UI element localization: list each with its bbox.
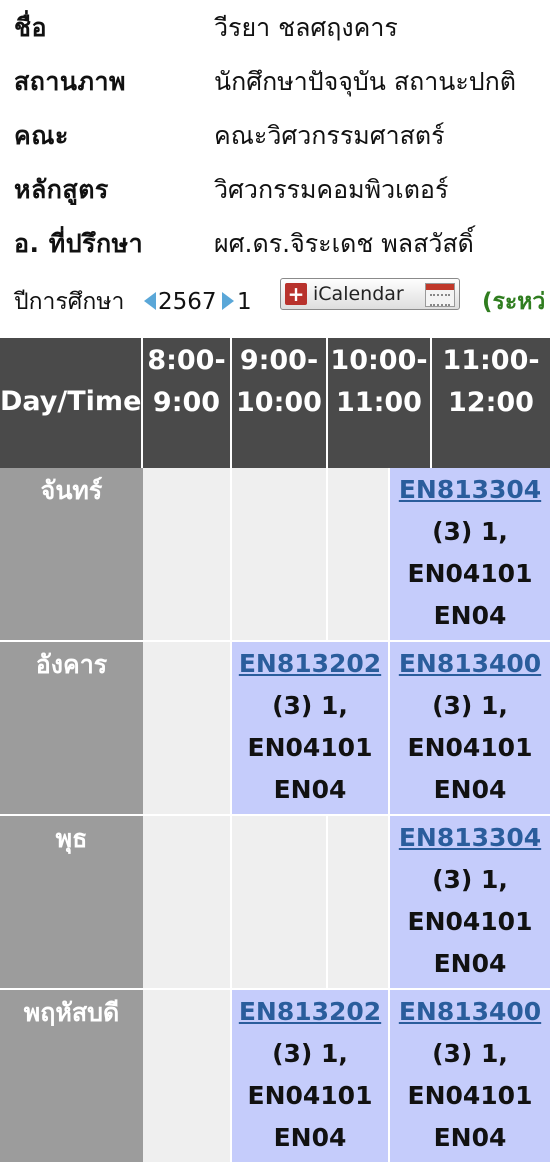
header-day-time: Day/Time [0, 338, 143, 468]
semester-value: 1 [237, 289, 252, 315]
faculty-value: คณะวิศวกรรมศาสตร์ [214, 121, 445, 150]
status-note: (ระหว่ [482, 289, 546, 315]
course-room: EN04101 [247, 733, 373, 762]
slot-4-end: 12:00 [448, 387, 534, 418]
next-year-icon[interactable] [222, 292, 234, 310]
course-block: EN813400 (3) 1, EN04101 EN04 [390, 642, 550, 816]
academic-year-value: 2567 [158, 289, 217, 315]
course-room: EN04101 [407, 1081, 533, 1110]
course-code-link[interactable]: EN813304 [390, 817, 550, 859]
empty-cell [232, 816, 328, 990]
course-code-link[interactable]: EN813202 [232, 991, 388, 1033]
slot-2-end: 10:00 [236, 387, 322, 418]
course-block: EN813202 (3) 1, EN04101 EN04 [232, 642, 390, 816]
course-credit-section: (3) 1, [272, 691, 348, 720]
day-label: อังคาร [35, 650, 108, 679]
empty-cell [143, 468, 232, 642]
course-building: EN04 [433, 949, 507, 978]
advisor-value: ผศ.ดร.จิระเดช พลสวัสดิ์ [214, 229, 474, 258]
faculty-row: คณะ คณะวิศวกรรมศาสตร์ [0, 114, 550, 158]
empty-cell [328, 468, 390, 642]
empty-cell [328, 816, 390, 990]
course-building: EN04 [273, 1123, 347, 1152]
timetable: Day/Time 8:00- 9:00 9:00- 10:00 10:00- 1… [0, 338, 550, 1162]
status-row: สถานภาพ นักศึกษาปัจจุบัน สถานะปกติ [0, 60, 550, 104]
course-block: EN813400 (3) 1, EN04101 EN04 [390, 990, 550, 1162]
name-row: ชื่อ วีรยา ชลศฤงคาร [0, 6, 550, 50]
course-code-link[interactable]: EN813400 [390, 991, 550, 1033]
course-room: EN04101 [407, 733, 533, 762]
course-block: EN813304 (3) 1, EN04101 EN04 [390, 816, 550, 990]
empty-cell [143, 816, 232, 990]
status-value: นักศึกษาปัจจุบัน สถานะปกติ [214, 67, 517, 96]
course-building: EN04 [433, 601, 507, 630]
empty-cell [143, 990, 232, 1162]
course-building: EN04 [433, 775, 507, 804]
name-label: ชื่อ [14, 13, 47, 42]
day-label: จันทร์ [40, 476, 103, 505]
academic-year-row: ปีการศึกษา 2567 1 + iCalendar (ระหว่ [0, 278, 550, 324]
slot-3-end: 11:00 [336, 387, 422, 418]
empty-cell [143, 642, 232, 816]
day-monday: จันทร์ [0, 468, 143, 642]
program-label: หลักสูตร [14, 175, 109, 204]
course-block: EN813304 (3) 1, EN04101 EN04 [390, 468, 550, 642]
header-slot-4: 11:00- 12:00 [432, 338, 550, 468]
slot-3-start: 10:00- [330, 345, 428, 376]
course-room: EN04101 [407, 907, 533, 936]
header-day-time-label: Day/Time [0, 386, 142, 417]
course-credit-section: (3) 1, [432, 865, 508, 894]
course-building: EN04 [433, 1123, 507, 1152]
previous-year-icon[interactable] [144, 292, 156, 310]
slot-1-end: 9:00 [152, 387, 221, 418]
program-value: วิศวกรรมคอมพิวเตอร์ [214, 175, 449, 204]
day-thursday: พฤหัสบดี [0, 990, 143, 1162]
course-code-link[interactable]: EN813304 [390, 469, 550, 511]
header-slot-3: 10:00- 11:00 [328, 338, 432, 468]
program-row: หลักสูตร วิศวกรรมคอมพิวเตอร์ [0, 168, 550, 212]
day-wednesday: พุธ [0, 816, 143, 990]
course-credit-section: (3) 1, [432, 517, 508, 546]
course-code-link[interactable]: EN813202 [232, 643, 388, 685]
course-credit-section: (3) 1, [432, 1039, 508, 1068]
empty-cell [232, 468, 328, 642]
academic-year-label: ปีการศึกษา [14, 289, 125, 315]
calendar-icon [425, 283, 455, 307]
faculty-label: คณะ [14, 121, 69, 150]
add-icon: + [285, 283, 307, 305]
day-label: พฤหัสบดี [23, 998, 120, 1027]
advisor-label: อ. ที่ปรึกษา [14, 229, 144, 258]
status-label: สถานภาพ [14, 67, 127, 96]
icalendar-button[interactable]: + iCalendar [280, 278, 460, 310]
slot-4-start: 11:00- [442, 345, 540, 376]
course-block: EN813202 (3) 1, EN04101 EN04 [232, 990, 390, 1162]
slot-1-start: 8:00- [147, 345, 226, 376]
advisor-row: อ. ที่ปรึกษา ผศ.ดร.จิระเดช พลสวัสดิ์ [0, 222, 550, 266]
course-building: EN04 [273, 775, 347, 804]
name-value: วีรยา ชลศฤงคาร [214, 13, 398, 42]
slot-2-start: 9:00- [239, 345, 319, 376]
course-code-link[interactable]: EN813400 [390, 643, 550, 685]
course-room: EN04101 [247, 1081, 373, 1110]
course-credit-section: (3) 1, [432, 691, 508, 720]
day-tuesday: อังคาร [0, 642, 143, 816]
day-label: พุธ [55, 824, 88, 853]
icalendar-label: iCalendar [313, 283, 404, 305]
course-room: EN04101 [407, 559, 533, 588]
course-credit-section: (3) 1, [272, 1039, 348, 1068]
header-slot-2: 9:00- 10:00 [232, 338, 328, 468]
header-slot-1: 8:00- 9:00 [143, 338, 232, 468]
